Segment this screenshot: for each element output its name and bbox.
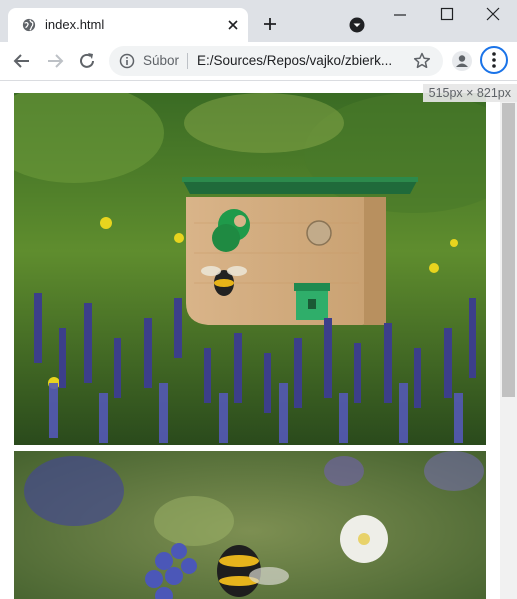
minimize-icon[interactable] bbox=[392, 6, 408, 22]
viewport-size-badge: 515px × 821px bbox=[422, 84, 517, 102]
bumblebee-photo bbox=[14, 451, 486, 599]
profile-avatar[interactable] bbox=[452, 51, 472, 71]
scrollbar-thumb[interactable] bbox=[502, 103, 515, 397]
omnibox-divider bbox=[187, 53, 188, 69]
vertical-scrollbar[interactable] bbox=[500, 93, 517, 599]
globe-icon bbox=[22, 18, 36, 32]
bee-house-photo bbox=[14, 93, 486, 445]
reload-icon[interactable] bbox=[77, 51, 97, 71]
toolbar: Súbor E:/Sources/Repos/vajko/zbierk... bbox=[0, 42, 517, 81]
scheme-label: Súbor bbox=[143, 53, 180, 68]
star-icon[interactable] bbox=[412, 51, 432, 71]
new-tab-icon[interactable] bbox=[262, 16, 278, 32]
url-text[interactable]: E:/Sources/Repos/vajko/zbierk... bbox=[197, 53, 405, 68]
menu-button[interactable] bbox=[480, 46, 508, 74]
person-icon bbox=[456, 55, 468, 67]
address-bar[interactable]: Súbor E:/Sources/Repos/vajko/zbierk... bbox=[109, 46, 443, 76]
tab-search-icon[interactable] bbox=[349, 17, 365, 33]
tab-strip: index.html bbox=[0, 0, 517, 42]
bee-house-in-flowers-image bbox=[14, 93, 486, 445]
forward-arrow-icon[interactable] bbox=[45, 51, 65, 71]
tab-title: index.html bbox=[45, 17, 105, 32]
maximize-icon[interactable] bbox=[439, 6, 455, 22]
back-arrow-icon[interactable] bbox=[12, 51, 32, 71]
more-vert-icon bbox=[492, 52, 496, 68]
page-viewport: 515px × 821px bbox=[0, 81, 517, 599]
bumblebee-on-flower-image bbox=[14, 451, 486, 599]
close-icon[interactable] bbox=[225, 17, 241, 33]
tab-index-html[interactable]: index.html bbox=[8, 8, 248, 42]
close-window-icon[interactable] bbox=[485, 6, 501, 22]
info-icon[interactable] bbox=[119, 53, 135, 69]
